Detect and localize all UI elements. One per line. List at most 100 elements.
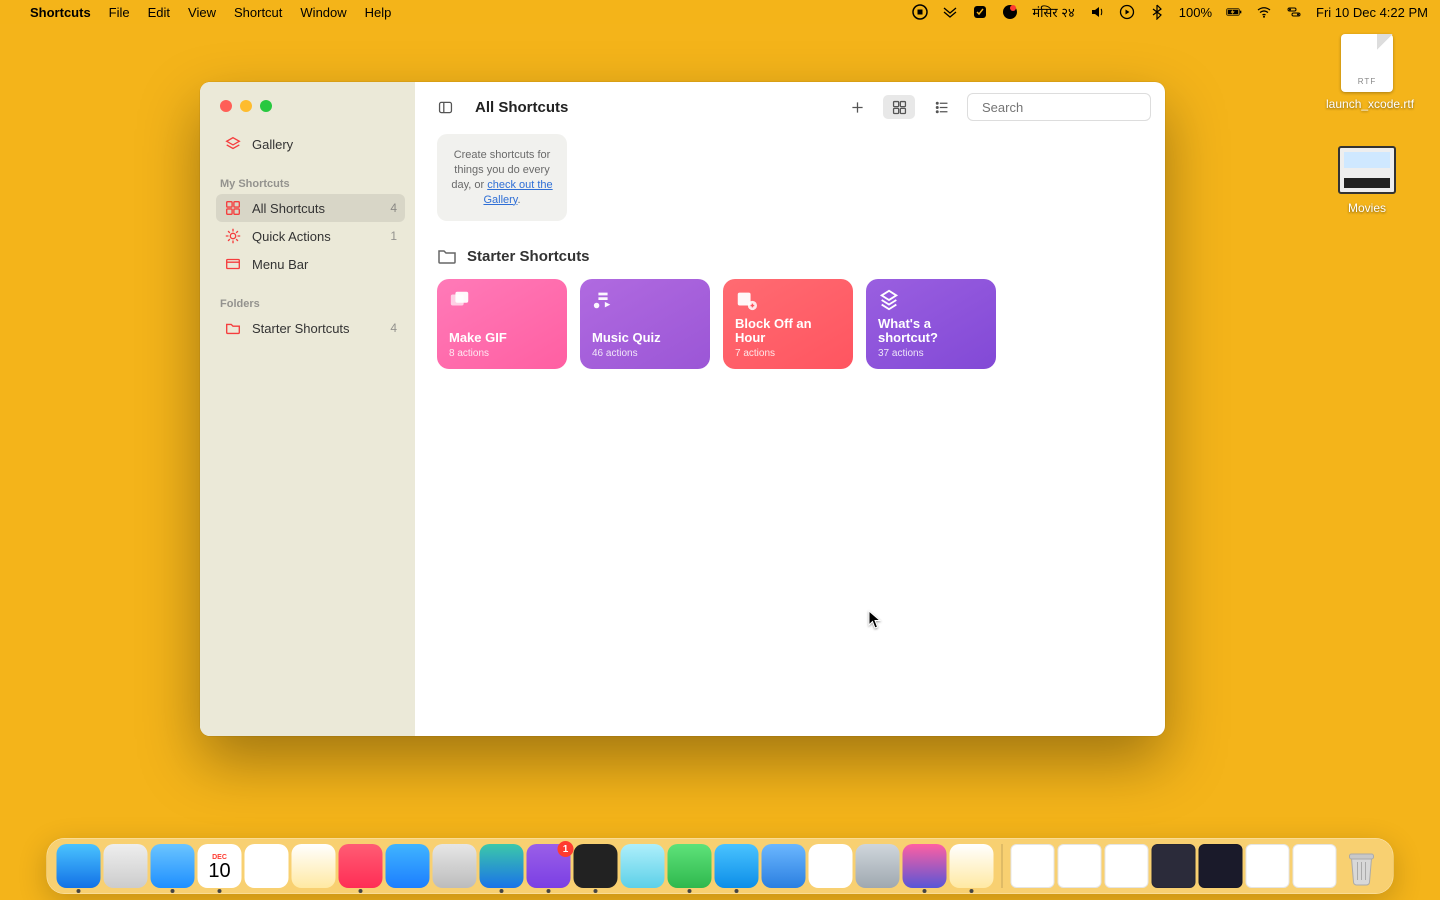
document-icon: RTF (1341, 34, 1393, 92)
sidebar-header-myshortcuts: My Shortcuts (216, 168, 405, 194)
status-battery-icon[interactable] (1226, 4, 1242, 20)
sidebar-count: 4 (390, 321, 397, 335)
sidebar-item-all-shortcuts[interactable]: All Shortcuts 4 (216, 194, 405, 222)
sidebar-item-starter-shortcuts[interactable]: Starter Shortcuts 4 (216, 314, 405, 342)
dock-minimized-window[interactable] (1199, 844, 1243, 888)
sidebar-item-quick-actions[interactable]: Quick Actions 1 (216, 222, 405, 250)
status-controlcenter-icon[interactable] (1286, 4, 1302, 20)
app-menu[interactable]: Shortcuts (30, 5, 91, 20)
shortcut-card-music-quiz[interactable]: Music Quiz46 actions (580, 279, 710, 369)
menu-edit[interactable]: Edit (148, 5, 170, 20)
sidebar-label: Gallery (252, 137, 293, 152)
dock-app-appstore[interactable] (386, 844, 430, 888)
dock-minimized-window[interactable] (1011, 844, 1055, 888)
dock-app-edge[interactable] (480, 844, 524, 888)
grid-view-button[interactable] (883, 95, 915, 119)
status-wifi-icon[interactable] (1256, 4, 1272, 20)
page-title: All Shortcuts (475, 99, 568, 116)
grid-icon (224, 199, 242, 217)
status-viber-icon[interactable] (1002, 4, 1018, 20)
card-title: Make GIF (449, 331, 555, 346)
list-view-button[interactable] (925, 95, 957, 119)
dock-app-xcode[interactable] (762, 844, 806, 888)
menu-view[interactable]: View (188, 5, 216, 20)
search-field[interactable] (967, 93, 1151, 121)
section-header: Starter Shortcuts (437, 247, 1143, 265)
dock-app-notes[interactable] (950, 844, 994, 888)
dock-minimized-window[interactable] (1105, 844, 1149, 888)
status-locale-date[interactable]: मंसिर २४ (1032, 3, 1074, 21)
status-clock[interactable]: Fri 10 Dec 4:22 PM (1316, 5, 1428, 20)
shortcut-card-make-gif[interactable]: Make GIF 8 actions (437, 279, 567, 369)
toggle-sidebar-button[interactable] (429, 95, 461, 119)
dock-minimized-window[interactable] (1058, 844, 1102, 888)
close-button[interactable] (220, 100, 232, 112)
card-title: Block Off an Hour (735, 317, 841, 347)
dock: DEC10 1 (47, 838, 1394, 894)
shortcut-card-whats-a-shortcut[interactable]: What's a shortcut?37 actions (866, 279, 996, 369)
dock-app-music[interactable] (339, 844, 383, 888)
sidebar-label: All Shortcuts (252, 201, 325, 216)
dock-app-viber[interactable]: 1 (527, 844, 571, 888)
folder-icon (224, 319, 242, 337)
card-subtitle: 8 actions (449, 348, 555, 359)
dock-app-skype[interactable] (715, 844, 759, 888)
add-shortcut-button[interactable] (841, 95, 873, 119)
dock-minimized-window[interactable] (1246, 844, 1290, 888)
dock-app-photos[interactable] (809, 844, 853, 888)
dock-minimized-window[interactable] (1152, 844, 1196, 888)
menu-help[interactable]: Help (365, 5, 392, 20)
dock-app-calendar[interactable]: DEC10 (198, 844, 242, 888)
desktop-file-rtf[interactable]: RTF launch_xcode.rtf (1322, 34, 1412, 112)
dock-separator (1002, 844, 1003, 888)
dock-app-launchpad[interactable] (104, 844, 148, 888)
sidebar: Gallery My Shortcuts All Shortcuts 4 Qui… (200, 82, 415, 736)
content-area: Create shortcuts for things you do every… (415, 132, 1165, 736)
shortcut-card-block-off[interactable]: Block Off an Hour7 actions (723, 279, 853, 369)
status-nowplaying-icon[interactable] (1119, 4, 1135, 20)
window-controls (200, 82, 415, 126)
sidebar-count: 4 (390, 201, 397, 215)
zoom-button[interactable] (260, 100, 272, 112)
dock-app-preview[interactable] (856, 844, 900, 888)
card-title: What's a shortcut? (878, 317, 984, 347)
dock-minimized-window[interactable] (1293, 844, 1337, 888)
desktop-folder-movies[interactable]: Movies (1322, 146, 1412, 216)
shortcuts-window: Gallery My Shortcuts All Shortcuts 4 Qui… (200, 82, 1165, 736)
search-input[interactable] (982, 100, 1158, 115)
desktop-file-label: launch_xcode.rtf (1322, 96, 1418, 112)
menubar-icon (224, 255, 242, 273)
mouse-cursor-icon (868, 610, 882, 630)
sidebar-item-menu-bar[interactable]: Menu Bar (216, 250, 405, 278)
status-bluetooth-icon[interactable] (1149, 4, 1165, 20)
status-tray-icon[interactable] (942, 4, 958, 20)
dock-app-notes-alt[interactable] (292, 844, 336, 888)
status-record-icon[interactable] (912, 4, 928, 20)
dock-trash[interactable] (1340, 844, 1384, 888)
dock-app-reminders[interactable] (245, 844, 289, 888)
shortcut-cards: Make GIF 8 actions Music Quiz46 actions B… (437, 279, 1143, 369)
menu-window[interactable]: Window (300, 5, 346, 20)
info-box: Create shortcuts for things you do every… (437, 134, 567, 221)
menu-file[interactable]: File (109, 5, 130, 20)
dock-app-mail[interactable] (151, 844, 195, 888)
dock-app-finder[interactable] (57, 844, 101, 888)
calendar-icon (735, 289, 757, 311)
dock-app-blocked[interactable] (621, 844, 665, 888)
card-subtitle: 7 actions (735, 348, 841, 359)
dock-app-settings[interactable] (433, 844, 477, 888)
folder-icon (437, 247, 457, 265)
menubar-right: मंसिर २४ 100% Fri 10 Dec 4:22 PM (912, 3, 1428, 21)
sidebar-label: Menu Bar (252, 257, 308, 272)
menu-shortcut[interactable]: Shortcut (234, 5, 282, 20)
sidebar-item-gallery[interactable]: Gallery (216, 130, 405, 158)
badge: 1 (558, 841, 574, 857)
dock-app-terminal[interactable] (574, 844, 618, 888)
status-volume-icon[interactable] (1089, 4, 1105, 20)
file-badge: RTF (1341, 77, 1393, 86)
sidebar-header-folders: Folders (216, 288, 405, 314)
dock-app-whatsapp[interactable] (668, 844, 712, 888)
dock-app-shortcuts[interactable] (903, 844, 947, 888)
status-shield-icon[interactable] (972, 4, 988, 20)
minimize-button[interactable] (240, 100, 252, 112)
